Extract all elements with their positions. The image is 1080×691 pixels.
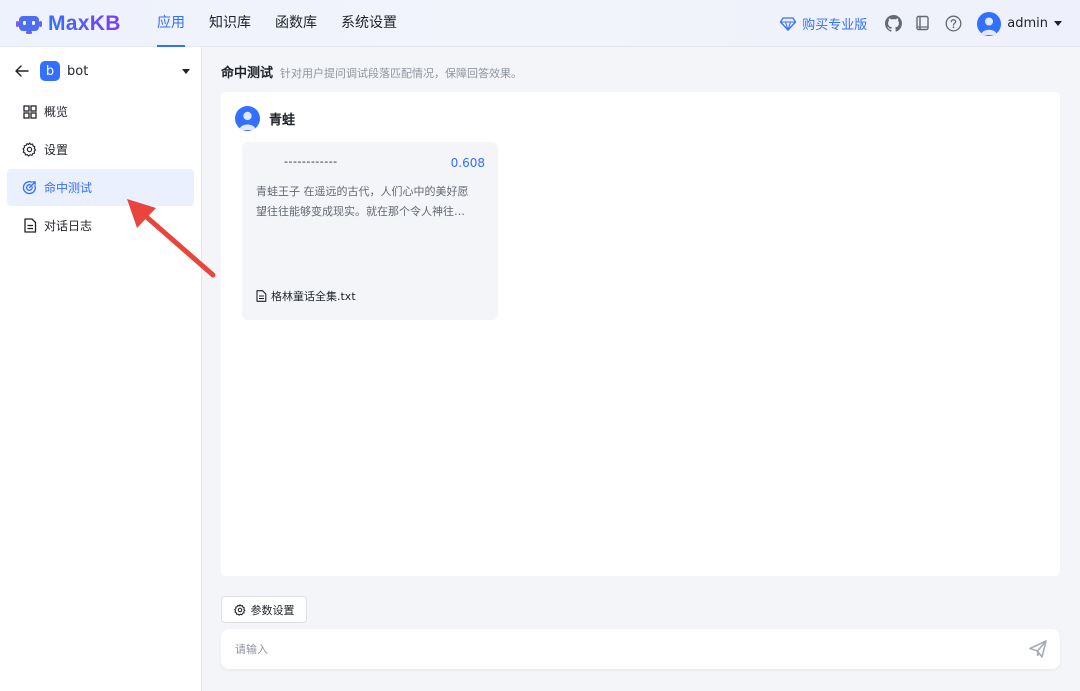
header-actions: 购买专业版 admin (780, 0, 1062, 47)
sidebar-item-settings[interactable]: 设置 (7, 131, 194, 168)
sidebar-item-label: 对话日志 (44, 219, 93, 233)
chevron-down-icon[interactable] (182, 68, 190, 74)
sidebar-item-chat-log[interactable]: 对话日志 (7, 207, 194, 244)
query-input-box (221, 629, 1060, 669)
robot-logo-icon (16, 16, 42, 34)
sidebar: b bot 概览 设置 命中测试 对话日志 (0, 47, 202, 691)
avatar (977, 11, 1002, 36)
sidebar-item-overview[interactable]: 概览 (7, 93, 194, 130)
book-icon[interactable] (913, 14, 933, 34)
page-title: 命中测试 (221, 66, 274, 81)
gear-icon (22, 142, 37, 157)
nav-item-settings[interactable]: 系统设置 (341, 0, 397, 47)
target-icon (22, 180, 37, 195)
result-title: ------------ (284, 155, 338, 168)
query-input[interactable] (235, 640, 1015, 658)
result-score: 0.608 (450, 156, 485, 170)
user-icon (981, 17, 998, 35)
sidebar-item-label: 概览 (44, 105, 69, 119)
grid-icon (22, 104, 37, 119)
result-content-line: 青蛙王子 在遥远的古代，人们心中的美好愿 (256, 185, 469, 198)
page-description: 针对用户提问调试段落匹配情况，保障回答效果。 (280, 67, 523, 80)
app-selector[interactable]: b bot (14, 60, 190, 82)
result-content-line: 望往往能够变成现实。就在那个令人神往… (256, 205, 465, 218)
result-content: 青蛙王子 在遥远的古代，人们心中的美好愿 望往往能够变成现实。就在那个令人神往… (256, 182, 484, 222)
sidebar-menu: 概览 设置 命中测试 对话日志 (7, 93, 194, 245)
result-card[interactable]: ------------ 0.608 青蛙王子 在遥远的古代，人们心中的美好愿 … (242, 142, 498, 320)
back-arrow-icon[interactable] (14, 63, 30, 79)
query-row: 青蛙 (235, 106, 295, 131)
avatar (235, 106, 260, 131)
user-menu[interactable]: admin (977, 11, 1062, 36)
top-bar: MaxKB 应用 知识库 函数库 系统设置 购买专业版 admin (0, 0, 1080, 47)
user-icon (239, 111, 256, 130)
diamond-icon (780, 16, 797, 31)
sidebar-item-label: 命中测试 (44, 181, 93, 195)
query-text: 青蛙 (269, 113, 296, 128)
file-icon (256, 290, 267, 302)
sidebar-item-hit-test[interactable]: 命中测试 (7, 169, 194, 206)
github-icon[interactable] (883, 14, 903, 34)
result-source-file[interactable]: 格林童话全集.txt (256, 288, 356, 304)
result-file-name: 格林童话全集.txt (271, 290, 356, 303)
gear-icon (233, 603, 245, 616)
upgrade-link[interactable]: 购买专业版 (780, 14, 867, 33)
main-nav: 应用 知识库 函数库 系统设置 (157, 0, 397, 47)
logo[interactable]: MaxKB (16, 10, 121, 38)
sidebar-item-label: 设置 (44, 143, 69, 157)
user-name: admin (1007, 16, 1048, 31)
parameter-settings-button[interactable]: 参数设置 (221, 596, 307, 623)
send-icon[interactable] (1028, 639, 1048, 659)
nav-item-knowledge[interactable]: 知识库 (209, 0, 251, 47)
upgrade-label: 购买专业版 (802, 18, 868, 33)
chevron-down-icon (1054, 21, 1062, 26)
app-badge: b (40, 61, 60, 81)
document-icon (22, 218, 37, 233)
page-header: 命中测试 针对用户提问调试段落匹配情况，保障回答效果。 (221, 62, 522, 81)
parameter-settings-label: 参数设置 (250, 603, 295, 617)
nav-item-apps[interactable]: 应用 (157, 0, 185, 47)
nav-item-functions[interactable]: 函数库 (275, 0, 317, 47)
help-icon[interactable] (943, 14, 963, 34)
results-panel: 青蛙 ------------ 0.608 青蛙王子 在遥远的古代，人们心中的美… (221, 92, 1060, 576)
app-name: bot (67, 63, 89, 79)
brand-name: MaxKB (48, 12, 121, 35)
